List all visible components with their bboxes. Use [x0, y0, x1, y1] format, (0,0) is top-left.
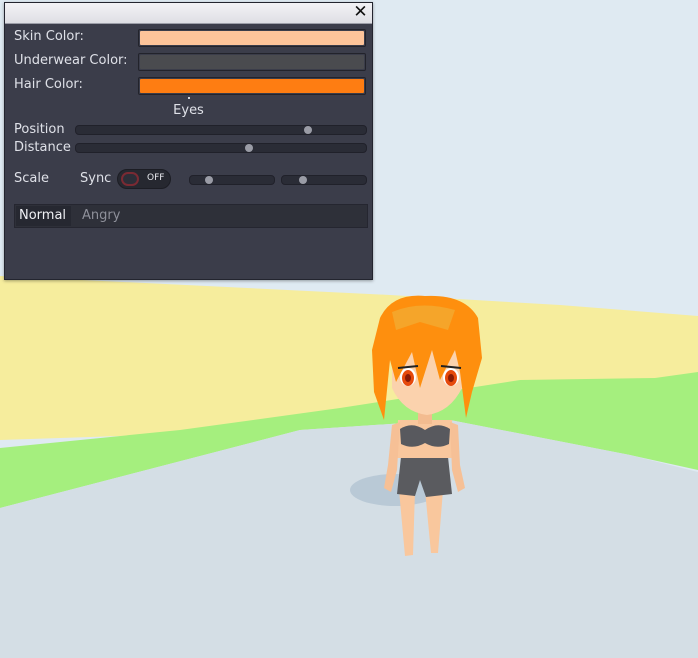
- eye-scale-slider-b-thumb[interactable]: [299, 176, 307, 184]
- panel-titlebar[interactable]: ✕: [5, 3, 372, 24]
- close-icon[interactable]: ✕: [352, 4, 369, 21]
- eyes-section-title: Eyes: [173, 103, 204, 118]
- eye-scale-label: Scale: [14, 171, 49, 186]
- eye-position-slider[interactable]: [75, 125, 367, 135]
- sync-toggle-state: OFF: [147, 173, 165, 183]
- skin-color-label: Skin Color:: [14, 29, 84, 44]
- hair-color-label: Hair Color:: [14, 77, 83, 92]
- sync-toggle[interactable]: OFF: [117, 169, 171, 189]
- underwear-color-swatch: [140, 55, 364, 69]
- tab-angry[interactable]: Angry: [82, 208, 120, 223]
- character-customization-panel: ✕ Skin Color: Underwear Color: Hair Colo…: [4, 2, 373, 280]
- eye-scale-slider-b[interactable]: [281, 175, 367, 185]
- eye-scale-slider-a-thumb[interactable]: [205, 176, 213, 184]
- skin-color-swatch: [140, 31, 364, 45]
- sync-toggle-knob: [121, 172, 139, 186]
- hair-color-picker[interactable]: [138, 77, 366, 95]
- tab-normal[interactable]: Normal: [16, 206, 72, 226]
- eye-scale-slider-a[interactable]: [189, 175, 275, 185]
- eye-position-slider-thumb[interactable]: [304, 126, 312, 134]
- underwear-color-picker[interactable]: [138, 53, 366, 71]
- eye-distance-slider[interactable]: [75, 143, 367, 153]
- expression-tabs: Normal Angry: [14, 204, 368, 228]
- sync-label: Sync: [80, 171, 112, 186]
- eye-distance-slider-thumb[interactable]: [245, 144, 253, 152]
- eye-position-label: Position: [14, 122, 65, 137]
- hair-color-swatch: [140, 79, 364, 93]
- separator-dot: [188, 97, 190, 99]
- eye-distance-label: Distance: [14, 140, 71, 155]
- skin-color-picker[interactable]: [138, 29, 366, 47]
- underwear-color-label: Underwear Color:: [14, 53, 128, 68]
